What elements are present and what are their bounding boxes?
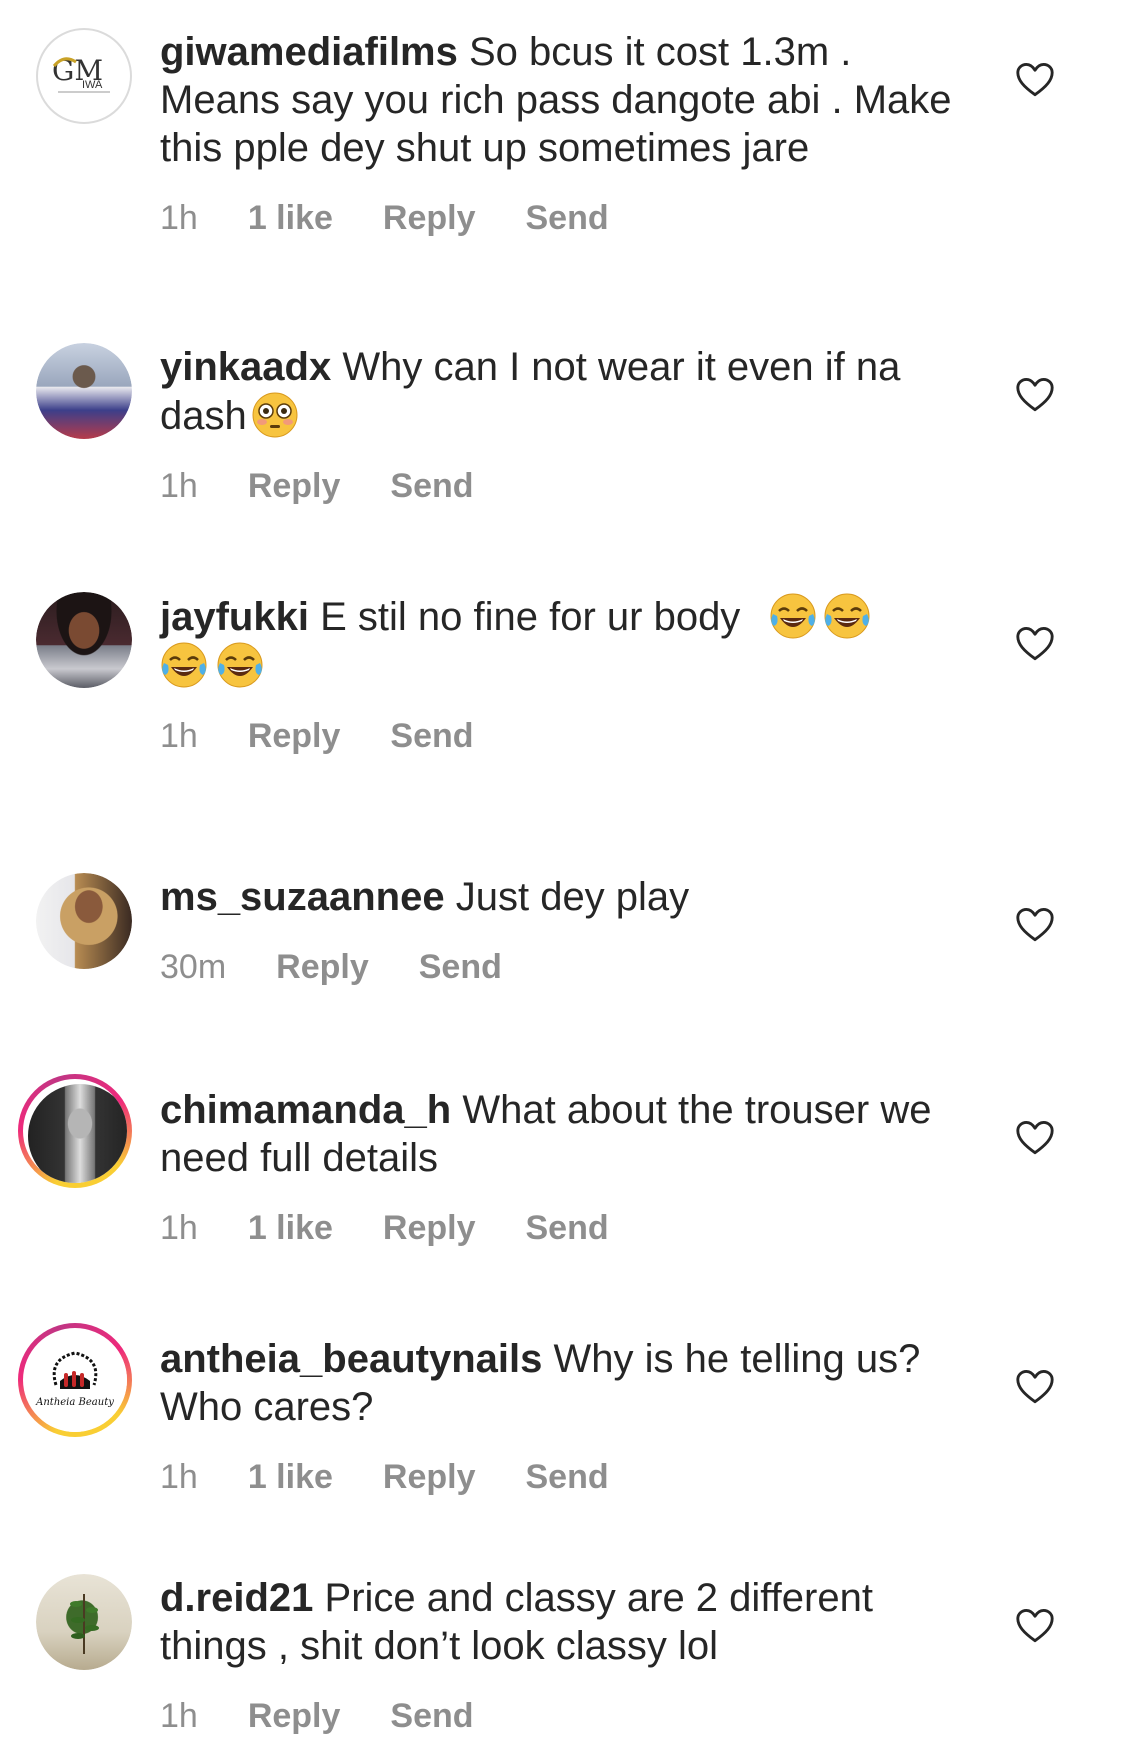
reply-button[interactable]: Reply [248,717,341,756]
avatar [28,1084,127,1183]
comment-meta: 30m Reply Send [160,943,960,991]
tears-of-joy-icon [824,593,870,639]
comment-username[interactable]: chimamanda_h [160,1088,451,1132]
send-button[interactable]: Send [526,1458,609,1497]
plant-photo-icon [70,1594,99,1654]
comment-text: chimamanda_h What about the trouser we n… [160,1086,960,1182]
reply-button[interactable]: Reply [276,948,369,987]
tears-of-joy-icon [770,593,816,639]
flushed-face-icon [252,392,298,438]
comment-username[interactable]: yinkaadx [160,345,331,389]
send-button[interactable]: Send [526,199,609,238]
send-button[interactable]: Send [419,948,502,987]
comment-meta: 1h 1 like Reply Send [160,194,960,242]
comment-meta: 1h Reply Send [160,1692,960,1740]
reply-button[interactable]: Reply [383,1458,476,1497]
heart-outline-icon[interactable] [1015,1608,1055,1644]
comment-username[interactable]: d.reid21 [160,1576,313,1620]
comment-time: 1h [160,198,198,237]
heart-outline-icon[interactable] [1015,377,1055,413]
heart-outline-icon[interactable] [1015,626,1055,662]
avatar[interactable] [36,873,132,969]
svg-text:IWA: IWA [82,79,103,91]
comment-text: d.reid21 Price and classy are 2 differen… [160,1574,960,1670]
comment-time: 30m [160,947,227,986]
reply-button[interactable]: Reply [383,1209,476,1248]
tears-of-joy-icon [161,642,207,688]
comment-username[interactable]: ms_suzaannee [160,875,445,919]
gm-logo-icon: GM IWA [52,54,110,93]
heart-outline-icon[interactable] [1015,1369,1055,1405]
heart-outline-icon[interactable] [1015,62,1055,98]
reply-button[interactable]: Reply [383,199,476,238]
antheia-beauty-logo-icon: Antheia Beauty [35,1351,114,1408]
comment-time: 1h [160,466,198,505]
avatar[interactable]: GM IWA [36,28,132,124]
comment-time: 1h [160,716,198,755]
comment-body: Just dey play [455,875,690,919]
avatar-story-ring[interactable] [18,1074,132,1188]
comment-username[interactable]: antheia_beautynails [160,1337,542,1381]
tears-of-joy-icon [217,642,263,688]
send-button[interactable]: Send [390,717,473,756]
comment-time: 1h [160,1208,198,1247]
reply-button[interactable]: Reply [248,1697,341,1736]
send-button[interactable]: Send [390,1697,473,1736]
comment-meta: 1h 1 like Reply Send [160,1453,960,1501]
comment-username[interactable]: jayfukki [160,595,309,639]
send-button[interactable]: Send [526,1209,609,1248]
avatar[interactable] [36,343,132,439]
avatar[interactable] [36,592,132,688]
comment-meta: 1h Reply Send [160,712,960,760]
comment-meta: 1h Reply Send [160,462,960,510]
comment-text: yinkaadx Why can I not wear it even if n… [160,343,960,440]
svg-text:Antheia Beauty: Antheia Beauty [35,1397,114,1408]
avatar[interactable] [36,1574,132,1670]
comment-body: E stil no fine for ur body [320,595,741,639]
comment-text: ms_suzaannee Just dey play [160,873,960,921]
like-count[interactable]: 1 like [248,199,333,238]
heart-outline-icon[interactable] [1015,907,1055,943]
comment-text: jayfukki E stil no fine for ur body [160,592,960,690]
comment-text: giwamediafilms So bcus it cost 1.3m . Me… [160,28,960,172]
avatar-story-ring[interactable]: Antheia Beauty [18,1323,132,1437]
send-button[interactable]: Send [390,467,473,506]
like-count[interactable]: 1 like [248,1458,333,1497]
reply-button[interactable]: Reply [248,467,341,506]
comment-time: 1h [160,1696,198,1735]
comment-username[interactable]: giwamediafilms [160,30,458,74]
comment-text: antheia_beautynails Why is he telling us… [160,1335,960,1431]
like-count[interactable]: 1 like [248,1209,333,1248]
heart-outline-icon[interactable] [1015,1120,1055,1156]
comment-meta: 1h 1 like Reply Send [160,1204,960,1252]
avatar: Antheia Beauty [28,1333,127,1432]
comment-time: 1h [160,1457,198,1496]
